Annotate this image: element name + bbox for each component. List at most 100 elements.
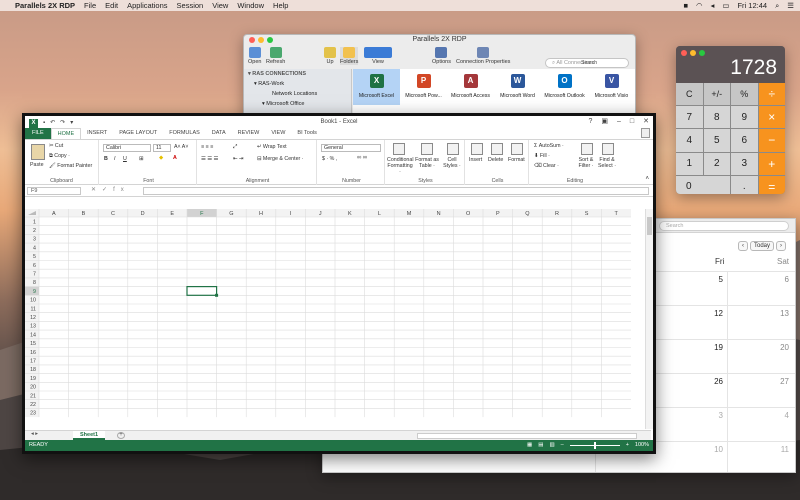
- bold-icon[interactable]: B: [104, 156, 108, 162]
- menu-file[interactable]: File: [84, 1, 96, 10]
- row-header-23[interactable]: 23: [30, 411, 36, 417]
- connection-properties-button[interactable]: Connection Properties: [456, 47, 510, 65]
- key-8[interactable]: 8: [703, 106, 730, 129]
- delete-button[interactable]: Delete: [488, 157, 503, 163]
- date-cell[interactable]: 13: [769, 309, 789, 318]
- row-header-3[interactable]: 3: [33, 237, 36, 243]
- column-header-L[interactable]: L: [378, 211, 381, 217]
- column-header-D[interactable]: D: [141, 211, 145, 217]
- collapse-ribbon-icon[interactable]: ˄: [645, 176, 649, 182]
- key-multiply[interactable]: ×: [758, 106, 785, 129]
- insert-function-icon[interactable]: fx: [113, 187, 130, 193]
- cancel-icon[interactable]: ✕: [91, 187, 102, 193]
- format-as-table-button[interactable]: Format as Table ·: [415, 157, 439, 169]
- open-button[interactable]: Open: [248, 47, 261, 65]
- sidebar-item-ras-work[interactable]: ▾ RAS-Work: [244, 79, 351, 89]
- menu-edit[interactable]: Edit: [105, 1, 118, 10]
- column-header-M[interactable]: M: [407, 211, 412, 217]
- zoom-out-icon[interactable]: –: [561, 440, 564, 451]
- key-6[interactable]: 6: [731, 129, 758, 152]
- tab-file[interactable]: FILE: [25, 128, 51, 139]
- close-button[interactable]: [681, 50, 687, 56]
- row-header-16[interactable]: 16: [30, 350, 36, 356]
- page-layout-view-icon[interactable]: ▤: [538, 440, 543, 451]
- paste-icon[interactable]: [31, 144, 45, 160]
- column-header-B[interactable]: B: [82, 211, 86, 217]
- minimize-button[interactable]: [258, 37, 264, 43]
- minimize-icon[interactable]: –: [617, 116, 621, 128]
- folders-button[interactable]: Folders: [340, 47, 359, 65]
- insert-button[interactable]: Insert: [469, 157, 482, 163]
- date-cell[interactable]: 3: [703, 411, 723, 420]
- key-1[interactable]: 1: [676, 152, 703, 175]
- conditional-formatting-button[interactable]: Conditional Formatting ·: [387, 157, 414, 175]
- sort-filter-button[interactable]: Sort & Filter ·: [575, 157, 597, 169]
- calendar-search-input[interactable]: Search: [659, 221, 789, 231]
- format-cells-icon[interactable]: [511, 143, 523, 155]
- scroll-thumb[interactable]: [647, 217, 652, 235]
- next-button[interactable]: ›: [776, 241, 786, 251]
- key-sign[interactable]: +/-: [703, 83, 730, 106]
- cut-button[interactable]: ✂ Cut: [49, 143, 63, 149]
- menu-applications[interactable]: Applications: [127, 1, 167, 10]
- key-9[interactable]: 9: [731, 106, 758, 129]
- italic-icon[interactable]: I: [114, 156, 115, 162]
- row-header-21[interactable]: 21: [30, 393, 36, 399]
- key-decimal[interactable]: .: [731, 175, 758, 194]
- column-header-C[interactable]: C: [111, 211, 115, 217]
- zoom-button[interactable]: [699, 50, 705, 56]
- column-header-O[interactable]: O: [466, 211, 471, 217]
- column-header-G[interactable]: G: [229, 211, 233, 217]
- sheet-tab-sheet1[interactable]: Sheet1: [73, 431, 106, 440]
- fill-button[interactable]: ⬇ Fill ·: [534, 153, 550, 159]
- column-header-N[interactable]: N: [437, 211, 441, 217]
- insert-cells-icon[interactable]: [471, 143, 483, 155]
- sheet-nav-icon[interactable]: ◂ ▸: [31, 431, 38, 437]
- conditional-formatting-icon[interactable]: [393, 143, 405, 155]
- find-select-icon[interactable]: [602, 143, 614, 155]
- date-cell[interactable]: 19: [703, 343, 723, 352]
- wifi-icon[interactable]: ◠: [696, 1, 703, 10]
- row-header-17[interactable]: 17: [30, 359, 36, 365]
- parallels-status-icon[interactable]: ■: [684, 1, 689, 10]
- row-header-19[interactable]: 19: [30, 376, 36, 382]
- tab-insert[interactable]: INSERT: [81, 128, 113, 139]
- app-microsoft-visio[interactable]: V Microsoft Visio: [588, 69, 635, 105]
- decimal-icon[interactable]: ⁰⁰ ⁰⁰: [357, 156, 367, 162]
- find-select-button[interactable]: Find & Select ·: [596, 157, 618, 169]
- zoom-level[interactable]: 100%: [635, 440, 649, 451]
- row-header-20[interactable]: 20: [30, 385, 36, 391]
- key-3[interactable]: 3: [731, 152, 758, 175]
- spreadsheet-grid[interactable]: A B C D E F G H I J K L M N O P Q R S T 1 2 3 4 5 6 7 8 9 10 11 12 13 14 1…: [25, 209, 645, 419]
- key-5[interactable]: 5: [703, 129, 730, 152]
- key-clear[interactable]: C: [676, 83, 703, 106]
- ribbon-display-options-icon[interactable]: ▣: [601, 116, 608, 128]
- tab-data[interactable]: DATA: [206, 128, 232, 139]
- row-header-1[interactable]: 1: [33, 219, 36, 225]
- key-subtract[interactable]: −: [758, 129, 785, 152]
- autosum-button[interactable]: Σ AutoSum ·: [534, 143, 564, 149]
- add-sheet-icon[interactable]: +: [117, 432, 125, 439]
- tab-home[interactable]: HOME: [50, 128, 82, 139]
- volume-icon[interactable]: ◂: [711, 1, 715, 10]
- maximize-icon[interactable]: □: [630, 116, 634, 128]
- align-left-icon[interactable]: ☰ ☰ ☰: [201, 156, 218, 162]
- key-percent[interactable]: %: [731, 83, 758, 106]
- view-button[interactable]: View: [364, 47, 392, 65]
- borders-icon[interactable]: ⊞: [139, 156, 143, 162]
- date-cell[interactable]: 10: [703, 445, 723, 454]
- app-microsoft-access[interactable]: A Microsoft Access: [447, 69, 494, 105]
- notification-center-icon[interactable]: ☰: [787, 1, 794, 10]
- options-button[interactable]: Options: [432, 47, 451, 65]
- row-header-8[interactable]: 8: [33, 280, 36, 286]
- underline-icon[interactable]: U: [123, 156, 127, 162]
- orientation-icon[interactable]: ⤢: [233, 144, 237, 151]
- key-add[interactable]: +: [758, 152, 785, 175]
- user-avatar-icon[interactable]: [641, 128, 650, 138]
- menu-session[interactable]: Session: [177, 1, 204, 10]
- paste-button[interactable]: Paste: [30, 162, 44, 168]
- refresh-button[interactable]: Refresh: [266, 47, 285, 65]
- row-header-11[interactable]: 11: [31, 306, 37, 312]
- tab-view[interactable]: VIEW: [265, 128, 291, 139]
- date-cell[interactable]: 11: [769, 445, 789, 454]
